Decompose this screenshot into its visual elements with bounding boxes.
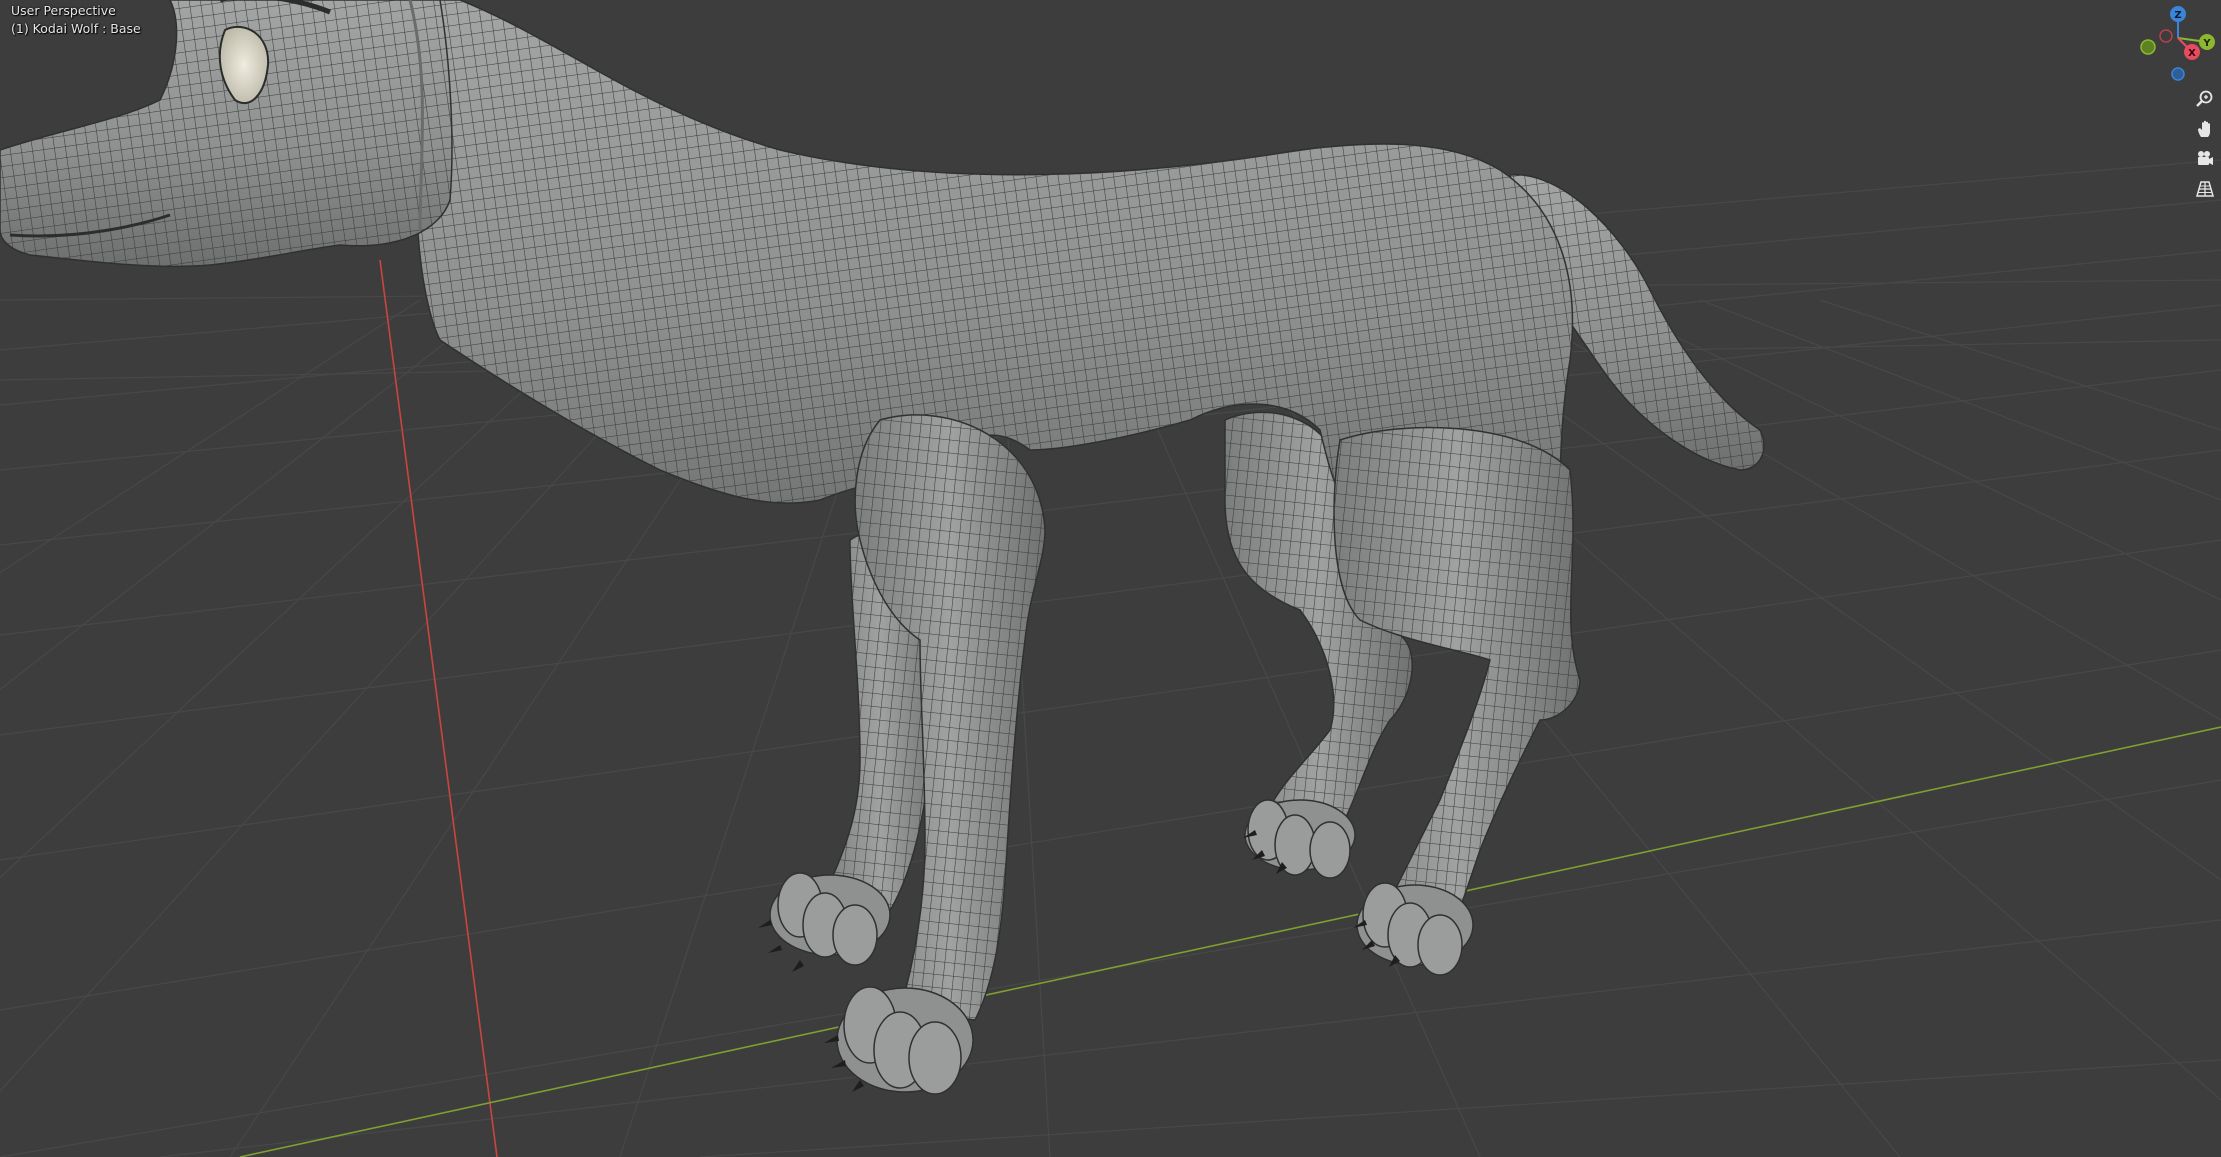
pan-hand-icon[interactable] (2192, 116, 2218, 142)
zoom-icon[interactable] (2192, 86, 2218, 112)
wolf-mesh[interactable] (0, 0, 1765, 1095)
3d-viewport[interactable]: User Perspective (1) Kodai Wolf : Base Z… (0, 0, 2221, 1157)
y-axis-label: Y (2202, 38, 2211, 49)
z-axis-label: Z (2174, 10, 2181, 21)
back-far-paw (1244, 799, 1356, 879)
x-axis-label: X (2188, 48, 2196, 59)
front-near-paw (836, 986, 974, 1095)
camera-icon[interactable] (2192, 146, 2218, 172)
navigation-gizmo[interactable]: Z Y X (2130, 0, 2220, 90)
scene-canvas[interactable] (0, 0, 2221, 1157)
y-axis-line (239, 726, 2221, 1157)
neg-x-axis-handle[interactable] (2159, 29, 2173, 43)
back-near-paw (1356, 882, 1474, 976)
x-axis-line (379, 259, 498, 1157)
active-object-label: (1) Kodai Wolf : Base (11, 21, 141, 36)
neg-z-axis-handle[interactable] (2171, 67, 2185, 81)
neg-y-axis-handle[interactable] (2140, 39, 2156, 55)
front-far-paw (769, 872, 891, 966)
view-mode-label: User Perspective (11, 3, 116, 18)
perspective-grid-icon[interactable] (2192, 176, 2218, 202)
